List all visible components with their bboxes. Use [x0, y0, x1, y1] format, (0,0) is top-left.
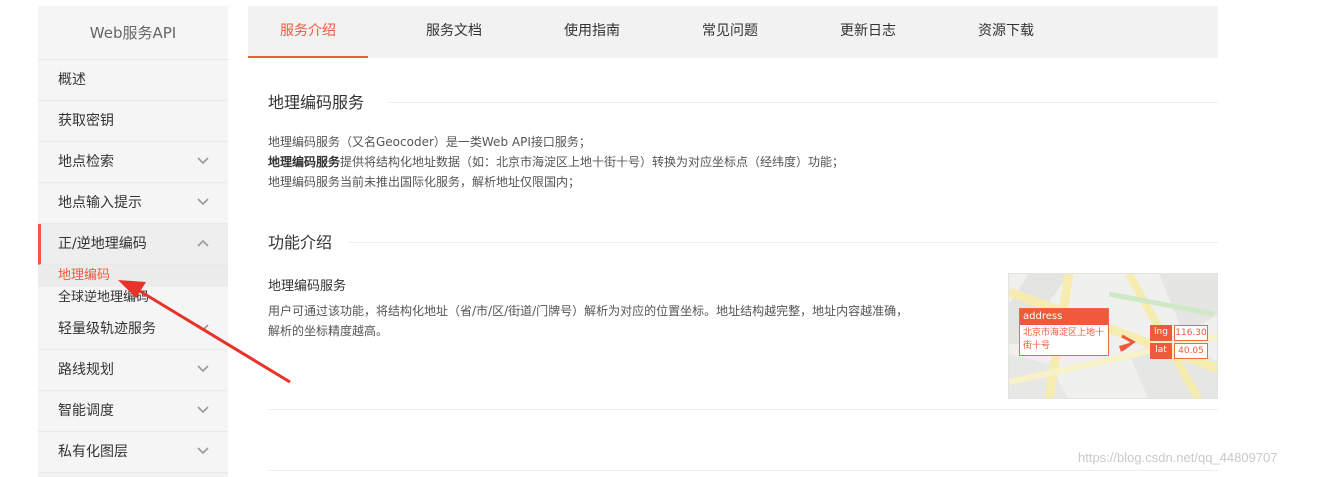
- sidebar-item-place-search[interactable]: 地点检索: [38, 142, 228, 183]
- sidebar-item-label: 概述: [58, 72, 86, 88]
- page: Web服务API 概述 获取密钥 地点检索 地点输入提示 正/逆地理编码 地理编…: [0, 0, 1331, 477]
- sidebar-item-dispatch[interactable]: 智能调度: [38, 391, 228, 432]
- tab-changelog[interactable]: 更新日志: [808, 6, 928, 58]
- sidebar-item-label: 路线规划: [58, 362, 114, 378]
- chevron-down-icon[interactable]: [196, 391, 210, 432]
- tab-faq[interactable]: 常见问题: [670, 6, 790, 58]
- sidebar-item-label: 地点检索: [58, 154, 114, 170]
- sidebar-subitem-geocoder[interactable]: 地理编码: [38, 265, 228, 287]
- address-box: address 北京市海淀区上地十街十号: [1019, 308, 1109, 356]
- section-divider: [348, 242, 1218, 243]
- sidebar-item-label: 智能调度: [58, 403, 114, 419]
- sidebar-item-overview[interactable]: 概述: [38, 60, 228, 101]
- feature-line: 用户可通过该功能，将结构化地址（省/市/区/街道/门牌号）解析为对应的位置坐标。…: [268, 304, 909, 318]
- feature-title: 地理编码服务: [268, 279, 347, 294]
- feature-line: 解析的坐标精度越高。: [268, 324, 389, 338]
- address-text: 北京市海淀区上地十街十号: [1023, 328, 1105, 351]
- lng-label: lng: [1150, 325, 1172, 341]
- sidebar-title: Web服务API: [38, 6, 228, 60]
- section-title-features: 功能介绍: [268, 233, 333, 252]
- top-tab-bar: 服务介绍 服务文档 使用指南 常见问题 更新日志 资源下载: [248, 6, 1218, 58]
- feature-description: 用户可通过该功能，将结构化地址（省/市/区/街道/门牌号）解析为对应的位置坐标。…: [268, 301, 908, 341]
- intro-line: 地理编码服务提供将结构化地址数据（如：北京市海淀区上地十街十号）转换为对应坐标点…: [268, 155, 845, 169]
- address-label: address: [1020, 309, 1108, 325]
- chevron-down-icon[interactable]: [196, 183, 210, 224]
- sidebar-item-route-planning[interactable]: 路线规划: [38, 350, 228, 391]
- intro-bold: 地理编码服务: [268, 155, 341, 169]
- sidebar-item-trajectory[interactable]: 轻量级轨迹服务: [38, 309, 228, 350]
- chevron-down-icon[interactable]: [196, 432, 210, 473]
- sidebar-item-label: 地点输入提示: [58, 195, 142, 211]
- sidebar-item-label: 获取密钥: [58, 113, 114, 129]
- content-divider: [268, 409, 1218, 410]
- chevron-down-icon[interactable]: [196, 350, 210, 391]
- chevron-down-icon[interactable]: [196, 309, 210, 350]
- sidebar-item-get-key[interactable]: 获取密钥: [38, 101, 228, 142]
- intro-paragraph: 地理编码服务（又名Geocoder）是一类Web API接口服务； 地理编码服务…: [268, 132, 844, 192]
- section-title-geocoding: 地理编码服务: [268, 93, 365, 112]
- tab-service-intro[interactable]: 服务介绍: [248, 6, 368, 58]
- lat-value: 40.05: [1174, 343, 1208, 359]
- section-divider: [388, 102, 1218, 103]
- chevron-up-icon[interactable]: [196, 224, 210, 265]
- lat-label: lat: [1150, 343, 1172, 359]
- sidebar-item-geocoding[interactable]: 正/逆地理编码: [38, 224, 228, 265]
- tab-usage-guide[interactable]: 使用指南: [532, 6, 652, 58]
- sidebar-item-place-suggestion[interactable]: 地点输入提示: [38, 183, 228, 224]
- sidebar-item-private-layer[interactable]: 私有化图层: [38, 432, 228, 473]
- watermark: https://blog.csdn.net/qq_44809707: [1078, 450, 1278, 465]
- tab-downloads[interactable]: 资源下载: [946, 6, 1066, 58]
- intro-line: 地理编码服务当前未推出国际化服务，解析地址仅限国内；: [268, 175, 581, 189]
- sidebar: Web服务API 概述 获取密钥 地点检索 地点输入提示 正/逆地理编码 地理编…: [38, 6, 228, 477]
- sidebar-subitem-reverse-geocoder[interactable]: 全球逆地理编码: [38, 287, 228, 309]
- sidebar-item-label: 正/逆地理编码: [58, 236, 147, 252]
- tab-service-docs[interactable]: 服务文档: [394, 6, 514, 58]
- chevron-down-icon[interactable]: [196, 142, 210, 183]
- content-divider: [268, 470, 1218, 471]
- sidebar-item-label: 轻量级轨迹服务: [58, 321, 156, 337]
- intro-line: 地理编码服务（又名Geocoder）是一类Web API接口服务；: [268, 135, 591, 149]
- geocoding-illustration: address 北京市海淀区上地十街十号 lng 116.30 lat 40.0…: [1008, 273, 1218, 399]
- lng-value: 116.30: [1174, 325, 1208, 341]
- sidebar-item-label: 私有化图层: [58, 444, 128, 460]
